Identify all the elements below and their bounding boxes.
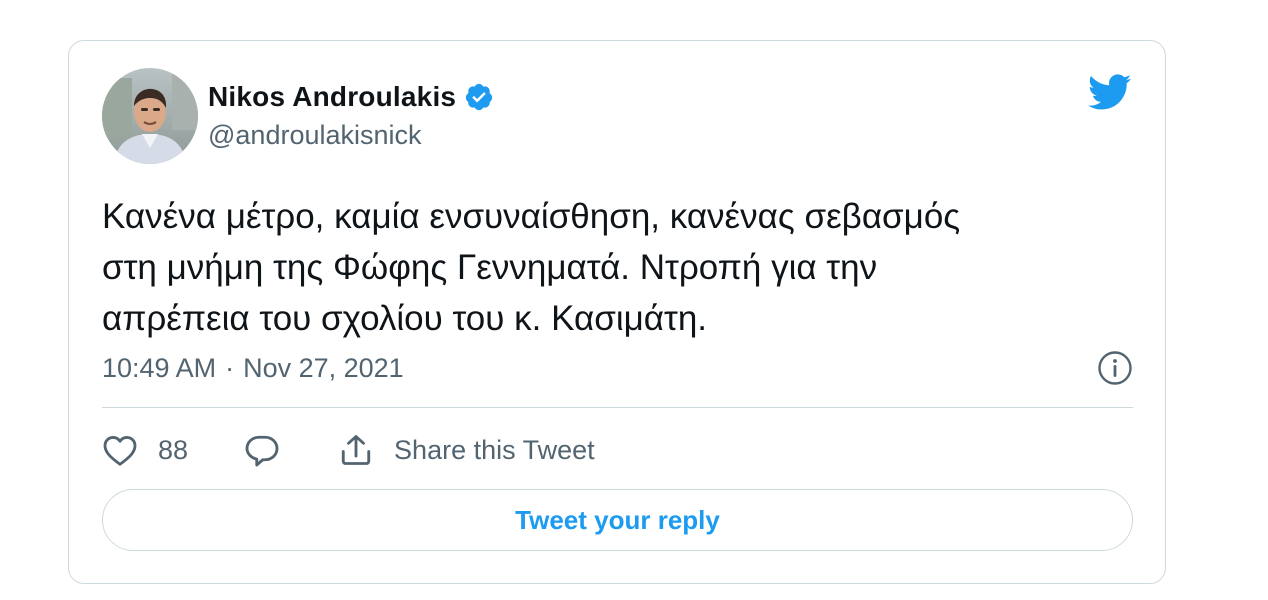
author-name[interactable]: Nikos Androulakis [208, 81, 456, 113]
tweet-date[interactable]: Nov 27, 2021 [243, 353, 404, 384]
like-count: 88 [158, 434, 189, 465]
tweet-embed-card: Nikos Androulakis @androulakisnick Κανέν… [68, 40, 1166, 584]
info-icon[interactable] [1097, 350, 1133, 386]
share-button[interactable]: Share this Tweet [338, 432, 595, 468]
tweet-timestamp[interactable]: 10:49 AM · Nov 27, 2021 [102, 349, 404, 387]
share-label[interactable]: Share this Tweet [394, 435, 595, 466]
reply-bubble-icon [245, 435, 279, 467]
tweet-your-reply-button[interactable]: Tweet your reply [102, 489, 1133, 551]
avatar-photo [102, 68, 198, 164]
tweet-text: Κανένα μέτρο, καμία ενσυναίσθηση, κανένα… [102, 197, 961, 338]
verified-badge-icon [464, 82, 494, 112]
like-button[interactable]: 88 [102, 433, 188, 467]
author-name-row[interactable]: Nikos Androulakis [208, 79, 494, 115]
heart-icon [103, 435, 137, 466]
tweet-time[interactable]: 10:49 AM [102, 353, 216, 384]
divider [102, 407, 1133, 408]
reply-button[interactable] [244, 433, 280, 467]
share-upload-icon [341, 435, 371, 465]
action-bar: 88 Share this Tweet [102, 427, 595, 473]
author-handle[interactable]: @androulakisnick [208, 120, 422, 151]
meta-separator: · [225, 352, 235, 383]
twitter-bird-icon[interactable] [1086, 73, 1132, 111]
avatar[interactable] [102, 68, 198, 164]
